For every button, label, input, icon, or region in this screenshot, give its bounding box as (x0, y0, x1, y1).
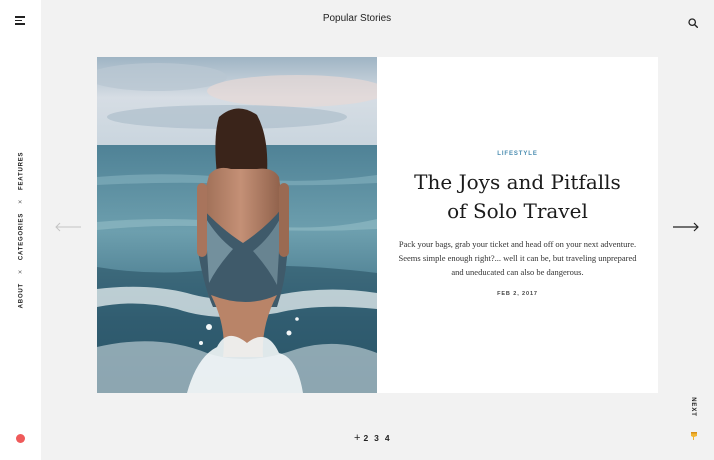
story-card[interactable]: LIFESTYLE The Joys and Pitfalls of Solo … (97, 57, 658, 393)
page-link[interactable]: 2 (363, 433, 368, 443)
story-title[interactable]: The Joys and Pitfalls of Solo Travel (377, 168, 658, 226)
next-button[interactable]: NEXT (690, 397, 696, 417)
story-image[interactable] (97, 57, 377, 393)
page-title: Popular Stories (322, 13, 392, 24)
nav-item-categories[interactable]: CATEGORIES (18, 213, 24, 260)
vertical-nav: ABOUT × CATEGORIES × FEATURES (18, 152, 25, 309)
pagination: + 2 3 4 (354, 433, 390, 444)
story-title-line: The Joys and Pitfalls (414, 170, 621, 194)
search-icon[interactable] (688, 15, 699, 29)
nav-item-features[interactable]: FEATURES (18, 152, 24, 190)
sidebar: ABOUT × CATEGORIES × FEATURES (0, 0, 41, 460)
arrow-left-icon[interactable] (55, 219, 82, 232)
story-title-line: of Solo Travel (447, 199, 588, 223)
nav-item-about[interactable]: ABOUT (18, 283, 24, 308)
nav-separator: × (17, 269, 25, 274)
category-tag[interactable]: LIFESTYLE (377, 151, 658, 157)
page-link[interactable]: 4 (385, 433, 390, 443)
story-excerpt: Pack your bags, grab your ticket and hea… (398, 239, 637, 277)
nav-separator: × (17, 198, 25, 204)
story-date: FEB 2, 2017 (497, 291, 538, 297)
story-content: LIFESTYLE The Joys and Pitfalls of Solo … (377, 57, 658, 393)
pin-icon[interactable] (690, 428, 698, 440)
record-dot-icon[interactable] (16, 434, 25, 443)
arrow-right-icon[interactable] (672, 219, 699, 232)
pagination-marker[interactable]: + (354, 433, 360, 444)
page-link[interactable]: 3 (374, 433, 379, 443)
